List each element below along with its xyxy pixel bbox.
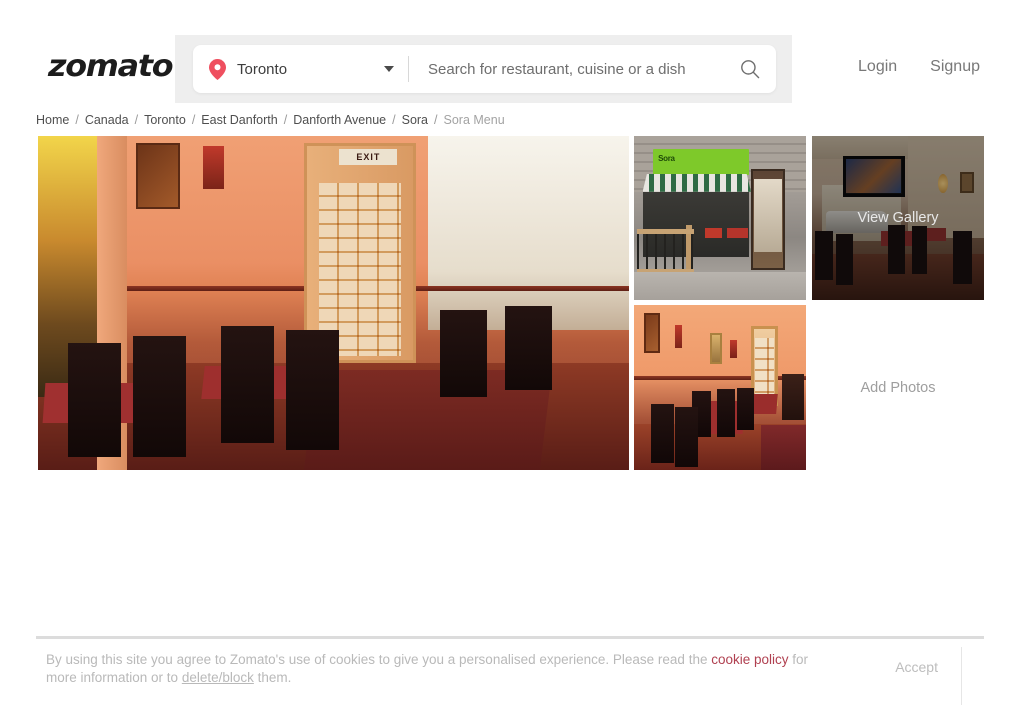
cookie-banner-divider: [961, 647, 962, 705]
location-pin-icon: [209, 58, 226, 80]
breadcrumb-separator: /: [392, 113, 396, 127]
search-field-group: [409, 45, 776, 93]
thumbnail-view-gallery[interactable]: View Gallery: [812, 136, 984, 300]
chevron-down-icon[interactable]: [384, 66, 394, 72]
search-icon[interactable]: [740, 59, 760, 79]
auth-links: Login Signup: [858, 58, 1020, 76]
breadcrumb-item-home[interactable]: Home: [36, 113, 69, 127]
view-gallery-overlay[interactable]: View Gallery: [812, 136, 984, 300]
breadcrumb-item-toronto[interactable]: Toronto: [144, 113, 186, 127]
breadcrumb-separator: /: [75, 113, 79, 127]
add-photos-label: Add Photos: [860, 379, 936, 396]
search-input[interactable]: [428, 60, 740, 78]
signup-link[interactable]: Signup: [930, 58, 980, 76]
breadcrumb-item-canada[interactable]: Canada: [85, 113, 129, 127]
thumbnail-dining-room[interactable]: [634, 305, 806, 470]
cookie-text-before: By using this site you agree to Zomato's…: [46, 652, 712, 667]
cookie-text-tail: them.: [253, 670, 292, 685]
view-gallery-label: View Gallery: [857, 210, 939, 226]
cookie-banner: By using this site you agree to Zomato's…: [36, 636, 984, 720]
breadcrumb-separator: /: [134, 113, 139, 127]
main-photo-image: EXIT: [38, 136, 629, 470]
search-box: Toronto: [193, 45, 776, 93]
location-selector[interactable]: Toronto: [193, 45, 408, 93]
breadcrumb-item-danforth-avenue[interactable]: Danforth Avenue: [293, 113, 386, 127]
cookie-policy-link[interactable]: cookie policy: [711, 652, 788, 667]
thumbnail-storefront[interactable]: Sora: [634, 136, 806, 300]
breadcrumb-separator: /: [434, 113, 438, 127]
photo-gallery: EXIT Sora View Gallery Add Photos: [38, 136, 984, 470]
main-photo[interactable]: EXIT: [38, 136, 629, 470]
zomato-logo[interactable]: zomato: [48, 52, 174, 82]
login-link[interactable]: Login: [858, 58, 897, 76]
breadcrumb-item-current: Sora Menu: [443, 113, 505, 127]
breadcrumb: Home / Canada / Toronto / East Danforth …: [36, 113, 505, 127]
accept-cookies-button[interactable]: Accept: [895, 659, 938, 675]
breadcrumb-separator: /: [191, 113, 196, 127]
search-bar-container: Toronto: [175, 35, 792, 103]
site-header: zomato Toronto Login Signu: [0, 0, 1020, 110]
breadcrumb-item-sora[interactable]: Sora: [402, 113, 428, 127]
cookie-banner-text: By using this site you agree to Zomato's…: [36, 639, 826, 687]
breadcrumb-item-east-danforth[interactable]: East Danforth: [201, 113, 277, 127]
thumbnail-storefront-image: Sora: [634, 136, 806, 300]
location-value: Toronto: [237, 60, 288, 78]
thumbnail-dining-room-image: [634, 305, 806, 470]
add-photos-button[interactable]: Add Photos: [812, 305, 984, 470]
breadcrumb-separator: /: [283, 113, 288, 127]
thumbnail-column: Sora View Gallery Add Photos: [634, 136, 988, 470]
delete-block-link[interactable]: delete/block: [182, 670, 254, 685]
